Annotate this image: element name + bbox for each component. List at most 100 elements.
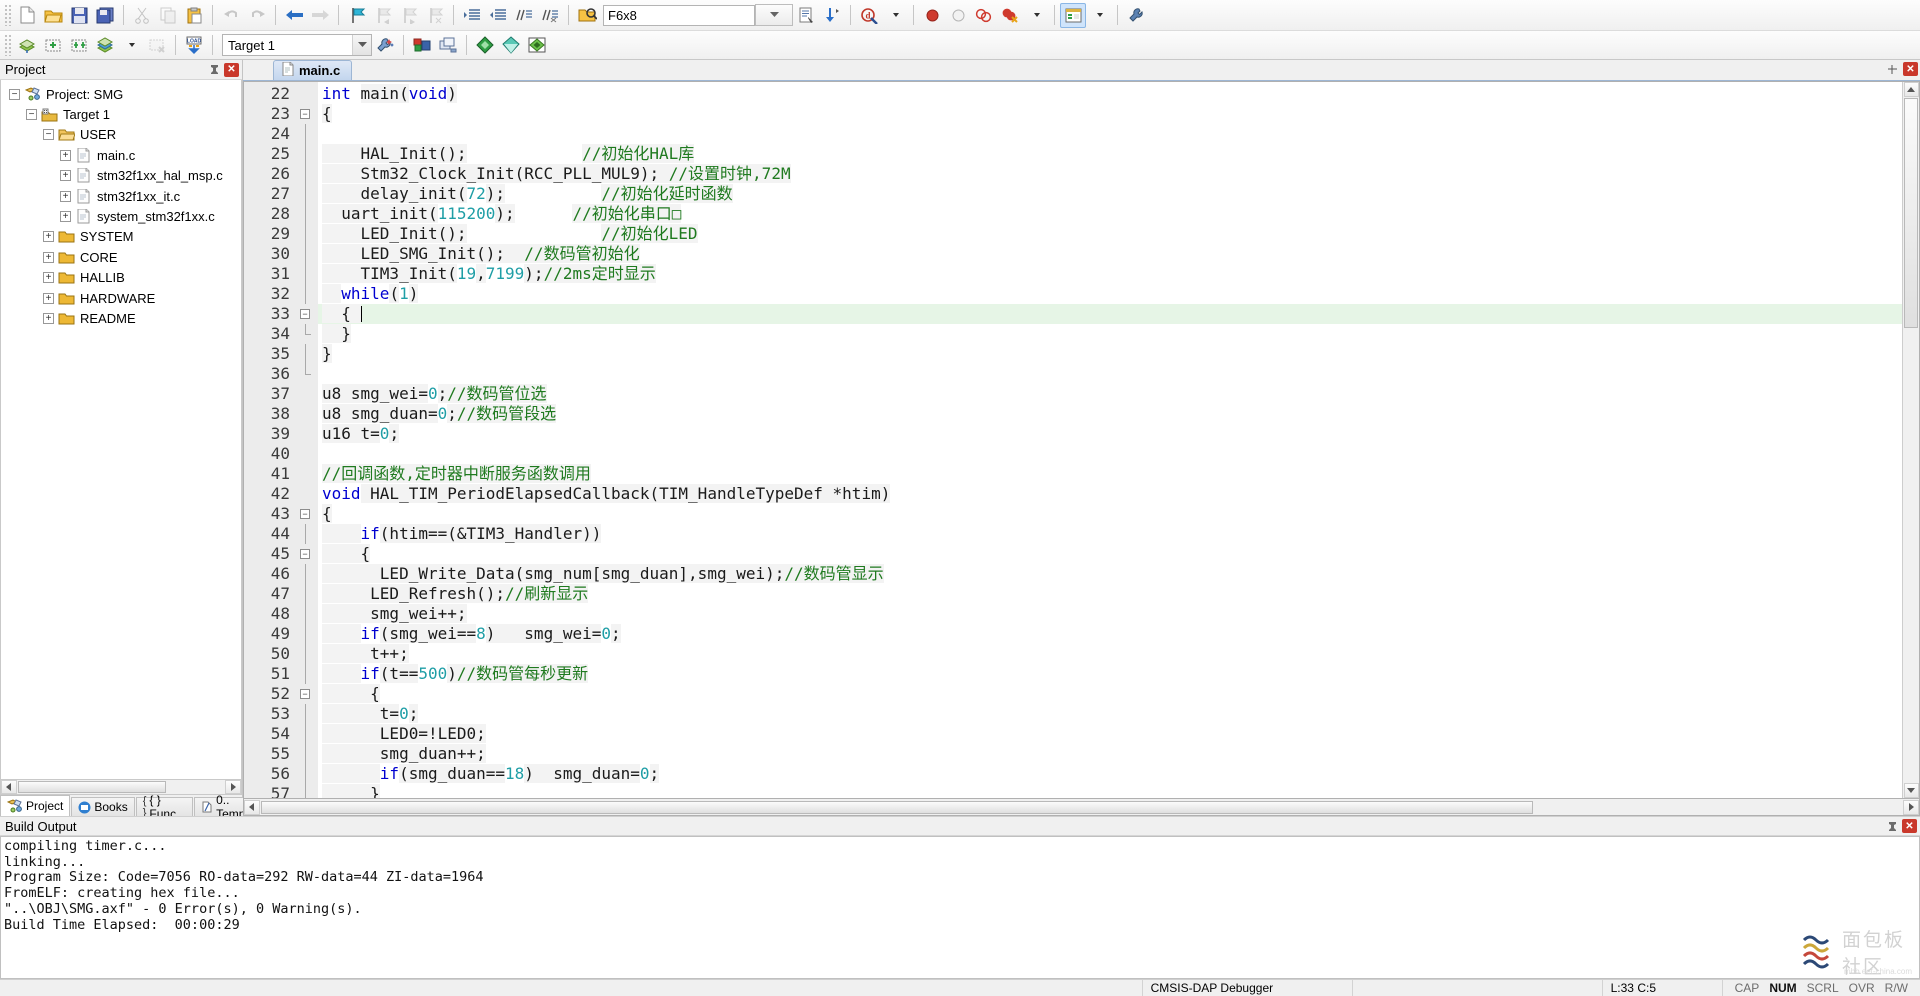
- collapse-toggle-icon[interactable]: −: [43, 129, 54, 141]
- hscroll-thumb[interactable]: [261, 800, 1533, 814]
- vscroll-thumb[interactable]: [1904, 98, 1918, 328]
- kill-all-breakpoints-button[interactable]: [997, 3, 1023, 28]
- fold-collapse-icon[interactable]: −: [300, 309, 310, 319]
- tree-item-stm32f1xx-it-c[interactable]: + stm32f1xx_it.c: [1, 186, 241, 206]
- pin-icon[interactable]: [1886, 820, 1899, 833]
- uncomment-button[interactable]: [537, 3, 563, 28]
- tree-item-main-c[interactable]: + main.c: [1, 145, 241, 165]
- target-options-button[interactable]: [372, 33, 398, 58]
- fold-marker[interactable]: −: [296, 304, 318, 324]
- save-all-button[interactable]: [92, 3, 118, 28]
- chevron-down-icon[interactable]: [352, 35, 371, 55]
- collapse-toggle-icon[interactable]: −: [26, 109, 37, 121]
- tree-item-target-1[interactable]: − Target 1: [1, 104, 241, 124]
- toolbar-grip[interactable]: [4, 34, 12, 56]
- code-line[interactable]: t++;: [318, 644, 1902, 664]
- tree-item-system[interactable]: + SYSTEM: [1, 227, 241, 247]
- code-line[interactable]: u8 smg_duan=0;//数码管段选: [318, 404, 1902, 424]
- find-in-files-button[interactable]: [574, 3, 600, 28]
- code-line[interactable]: TIM3_Init(19,7199);//2ms定时显示: [318, 264, 1902, 284]
- code-line[interactable]: {: [318, 104, 1902, 124]
- expand-toggle-icon[interactable]: +: [43, 292, 54, 304]
- batch-build-button[interactable]: [92, 33, 118, 58]
- collapse-toggle-icon[interactable]: −: [9, 88, 20, 100]
- code-line[interactable]: LED_SMG_Init(); //数码管初始化: [318, 244, 1902, 264]
- code-line[interactable]: t=0;: [318, 704, 1902, 724]
- manage-runtime-env-button[interactable]: [435, 33, 461, 58]
- scroll-down-icon[interactable]: [1903, 783, 1919, 799]
- code-line[interactable]: }: [318, 344, 1902, 364]
- editor-pin-icon[interactable]: [1886, 63, 1899, 76]
- disable-breakpoint-button[interactable]: [945, 3, 971, 28]
- translate-button[interactable]: [14, 33, 40, 58]
- bookmark-prev-button[interactable]: [370, 3, 396, 28]
- code-line[interactable]: [318, 444, 1902, 464]
- configure-toolbar-button[interactable]: [793, 3, 819, 28]
- fold-marker[interactable]: −: [296, 504, 318, 524]
- undo-button[interactable]: [218, 3, 244, 28]
- editor-tab-main-c[interactable]: main.c: [273, 60, 353, 80]
- code-text[interactable]: int main(void){ HAL_Init(); //初始化HAL库 St…: [318, 82, 1902, 799]
- expand-toggle-icon[interactable]: +: [60, 170, 71, 182]
- tab-books[interactable]: Books: [71, 797, 135, 816]
- tree-item-readme[interactable]: + README: [1, 308, 241, 328]
- code-line[interactable]: HAL_Init(); //初始化HAL库: [318, 144, 1902, 164]
- bookmark-next-button[interactable]: [396, 3, 422, 28]
- debug-dropdown-button[interactable]: [882, 3, 908, 28]
- code-line[interactable]: {: [318, 544, 1902, 564]
- fold-collapse-icon[interactable]: −: [300, 509, 310, 519]
- code-line[interactable]: {: [318, 684, 1902, 704]
- editor-hscrollbar[interactable]: [243, 799, 1920, 816]
- code-line[interactable]: {: [318, 504, 1902, 524]
- pack-browse-button[interactable]: [524, 33, 550, 58]
- paste-button[interactable]: [181, 3, 207, 28]
- code-line[interactable]: u8 smg_wei=0;//数码管位选: [318, 384, 1902, 404]
- outdent-button[interactable]: [485, 3, 511, 28]
- code-line[interactable]: [318, 364, 1902, 384]
- editor-vscrollbar[interactable]: [1902, 82, 1919, 799]
- disable-all-breakpoints-button[interactable]: [971, 3, 997, 28]
- tree-item-hardware[interactable]: + HARDWARE: [1, 288, 241, 308]
- expand-toggle-icon[interactable]: +: [60, 149, 71, 161]
- cut-button[interactable]: [129, 3, 155, 28]
- tree-item-hallib[interactable]: + HALLIB: [1, 268, 241, 288]
- target-selector[interactable]: Target 1: [222, 34, 372, 56]
- project-tree-hscrollbar[interactable]: [0, 779, 242, 795]
- tree-item-system-stm32f1xx-c[interactable]: + system_stm32f1xx.c: [1, 206, 241, 226]
- editor-close-icon[interactable]: ✕: [1903, 62, 1918, 76]
- code-line[interactable]: int main(void): [318, 84, 1902, 104]
- redo-button[interactable]: [244, 3, 270, 28]
- toolbar-grip[interactable]: [4, 4, 12, 26]
- window-layout-button[interactable]: [1060, 2, 1086, 28]
- configure-button[interactable]: [1123, 3, 1149, 28]
- code-line[interactable]: LED_Write_Data(smg_num[smg_duan],smg_wei…: [318, 564, 1902, 584]
- code-line-current[interactable]: {: [318, 304, 1902, 324]
- code-line[interactable]: [318, 124, 1902, 144]
- code-line[interactable]: Stm32_Clock_Init(RCC_PLL_MUL9); //设置时钟,7…: [318, 164, 1902, 184]
- download-button[interactable]: LOAD: [181, 33, 207, 58]
- tree-item-project-smg[interactable]: − Project: SMG: [1, 84, 241, 104]
- go-to-definition-button[interactable]: [819, 3, 845, 28]
- scroll-left-icon[interactable]: [1, 780, 17, 794]
- hscroll-thumb[interactable]: [18, 781, 166, 793]
- code-line[interactable]: if(smg_duan==18) smg_duan=0;: [318, 764, 1902, 784]
- fold-collapse-icon[interactable]: −: [300, 109, 310, 119]
- code-line[interactable]: void HAL_TIM_PeriodElapsedCallback(TIM_H…: [318, 484, 1902, 504]
- code-line[interactable]: uart_init(115200); //初始化串口□: [318, 204, 1902, 224]
- code-line[interactable]: smg_duan++;: [318, 744, 1902, 764]
- copy-button[interactable]: [155, 3, 181, 28]
- tab-project[interactable]: Project: [0, 795, 71, 816]
- scroll-up-icon[interactable]: [1903, 82, 1919, 97]
- manage-project-items-button[interactable]: [409, 33, 435, 58]
- build-dropdown-button[interactable]: [118, 33, 144, 58]
- stop-build-button[interactable]: [144, 33, 170, 58]
- expand-toggle-icon[interactable]: +: [43, 231, 54, 243]
- scroll-right-icon[interactable]: [1903, 799, 1919, 815]
- tree-item-stm32f1xx-hal-msp-c[interactable]: + stm32f1xx_hal_msp.c: [1, 166, 241, 186]
- expand-toggle-icon[interactable]: +: [60, 190, 71, 202]
- open-file-button[interactable]: [40, 3, 66, 28]
- code-folding-column[interactable]: − − − − −: [296, 82, 318, 799]
- comment-button[interactable]: [511, 3, 537, 28]
- code-line[interactable]: if(t==500)//数码管每秒更新: [318, 664, 1902, 684]
- build-button[interactable]: [40, 33, 66, 58]
